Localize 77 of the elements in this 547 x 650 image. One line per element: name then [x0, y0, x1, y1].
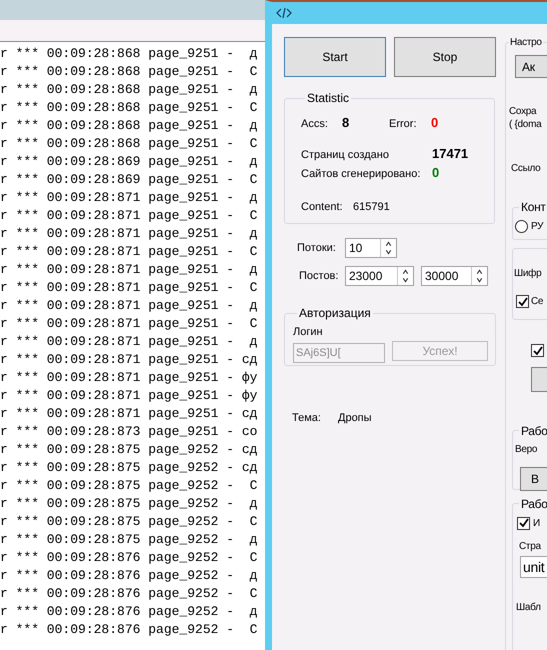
group-title: Statistic — [306, 90, 350, 107]
stat-value: 0 — [432, 164, 440, 182]
stat-label: Content: — [301, 200, 344, 214]
log-line: r *** 00:09:28:871 page_9251 - С — [0, 207, 258, 225]
log-line: r *** 00:09:28:871 page_9251 - д — [0, 225, 258, 243]
field-label: ( {doma — [509, 118, 543, 131]
stat-value: 615791 — [353, 200, 390, 214]
log-line: r *** 00:09:28:875 page_9252 - С — [0, 477, 258, 495]
action-button[interactable]: Ак — [515, 55, 547, 78]
action-button[interactable]: Start — [284, 37, 386, 77]
log-line: r *** 00:09:28:873 page_9251 - со — [0, 423, 258, 441]
log-line: r *** 00:09:28:876 page_9252 - д — [0, 603, 258, 621]
log-line: r *** 00:09:28:871 page_9251 - д — [0, 333, 258, 351]
stat-label: Accs: — [301, 117, 329, 132]
checkbox[interactable] — [517, 516, 530, 530]
field-label: Потоки: — [296, 240, 337, 256]
number-spinner[interactable]: 23000 — [345, 266, 414, 286]
log-line: r *** 00:09:28:875 page_9252 - д — [0, 495, 258, 513]
number-spinner[interactable]: 10 — [345, 238, 397, 258]
log-line: r *** 00:09:28:876 page_9252 - С — [0, 621, 258, 639]
stat-label: Error: — [389, 117, 418, 132]
group-title: Рабо — [520, 496, 547, 512]
action-button[interactable]: В — [520, 466, 547, 490]
log-line: r *** 00:09:28:871 page_9251 - фу — [0, 387, 258, 405]
field-label: Стра — [518, 540, 542, 554]
action-button[interactable]: Stop — [394, 37, 496, 77]
field-label: Шабл — [515, 600, 542, 614]
field-label: Шифр — [514, 267, 542, 281]
field-label: Веро — [515, 442, 538, 456]
log-line: r *** 00:09:28:875 page_9252 - д — [0, 531, 258, 549]
number-spinner[interactable]: 30000 — [421, 266, 488, 286]
checkbox[interactable] — [516, 295, 529, 308]
field-label: Тема: — [291, 411, 322, 426]
log-line: r *** 00:09:28:871 page_9251 - сд — [0, 405, 258, 423]
stat-value: 0 — [431, 114, 438, 132]
log-line: r *** 00:09:28:871 page_9251 - д — [0, 189, 258, 207]
log-line: r *** 00:09:28:868 page_9251 - д — [0, 45, 258, 63]
log-line: r *** 00:09:28:871 page_9251 - сд — [0, 351, 258, 369]
checkbox-label: Се — [531, 295, 544, 309]
log-line: r *** 00:09:28:871 page_9251 - С — [0, 315, 258, 333]
text-field[interactable]: unit — [520, 556, 547, 578]
group-title: Авторизация — [298, 305, 372, 322]
log-line: r *** 00:09:28:876 page_9252 - С — [0, 585, 258, 603]
field-label: Логин — [293, 325, 324, 340]
field-label: Сохра — [509, 105, 538, 118]
field-label: Ссыло — [510, 162, 542, 176]
log-line: r *** 00:09:28:871 page_9251 - д — [0, 261, 258, 279]
log-line: r *** 00:09:28:875 page_9252 - сд — [0, 441, 258, 459]
stat-label: Сайтов сгенерировано: — [301, 167, 422, 182]
log-line: r *** 00:09:28:875 page_9252 - С — [0, 513, 258, 531]
log-line: r *** 00:09:28:868 page_9251 - д — [0, 117, 258, 135]
log-line: r *** 00:09:28:871 page_9251 - С — [0, 279, 258, 297]
log-line: r *** 00:09:28:876 page_9252 - д — [0, 567, 258, 585]
stat-value: 17471 — [432, 144, 468, 162]
checkbox-label: И — [533, 516, 540, 530]
radio-button[interactable] — [515, 220, 528, 233]
log-line: r *** 00:09:28:871 page_9251 - фу — [0, 369, 258, 387]
log-line: r *** 00:09:28:875 page_9252 - сд — [0, 459, 258, 477]
group-title: Настро — [509, 36, 543, 50]
log-line: r *** 00:09:28:871 page_9251 - С — [0, 243, 258, 261]
log-line: r *** 00:09:28:871 page_9251 - д — [0, 297, 258, 315]
field-label: Постов: — [298, 268, 338, 284]
checkbox[interactable] — [531, 344, 544, 357]
log-line: r *** 00:09:28:868 page_9251 - С — [0, 135, 258, 153]
stat-label: Страниц создано — [301, 148, 390, 162]
stat-value: 8 — [342, 114, 350, 132]
log-line: r *** 00:09:28:876 page_9252 - С — [0, 549, 258, 567]
log-line: r *** 00:09:28:868 page_9251 - С — [0, 63, 258, 81]
log-line: r *** 00:09:28:869 page_9251 - С — [0, 171, 258, 189]
group-title: Рабо — [520, 422, 547, 440]
code-icon — [276, 7, 292, 19]
theme-value: Дропы — [338, 411, 372, 426]
log-line: r *** 00:09:28:869 page_9251 - д — [0, 153, 258, 171]
group-title: Конт — [520, 199, 547, 216]
log-line: r *** 00:09:28:868 page_9251 - С — [0, 99, 258, 117]
radio-label: РУ — [531, 220, 544, 234]
log-line: r *** 00:09:28:868 page_9251 - д — [0, 81, 258, 99]
